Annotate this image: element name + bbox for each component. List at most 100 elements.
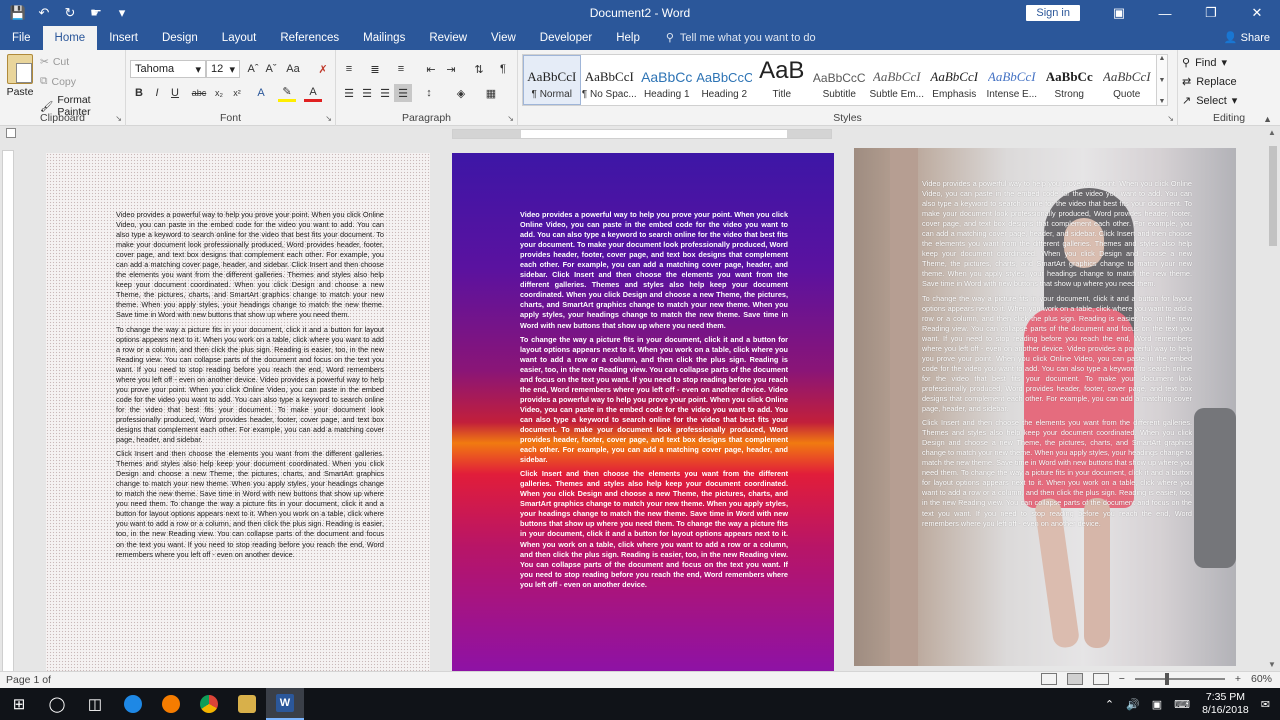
- style-title[interactable]: AaB Title: [753, 55, 811, 105]
- edge-icon[interactable]: [114, 688, 152, 720]
- align-left-icon[interactable]: ☰: [340, 84, 358, 102]
- styles-gallery-scroll[interactable]: ▲ ▼ ▼: [1156, 54, 1168, 106]
- align-center-icon[interactable]: ☰: [358, 84, 376, 102]
- copy-button[interactable]: ⧉ Copy: [40, 75, 76, 88]
- collapse-ribbon-icon[interactable]: ▲: [1263, 114, 1272, 124]
- bold-icon[interactable]: B: [130, 84, 148, 102]
- numbering-icon[interactable]: ≣: [366, 60, 384, 78]
- decrease-indent-icon[interactable]: ⇤: [422, 60, 440, 78]
- task-view-icon[interactable]: ◫: [76, 688, 114, 720]
- shading-icon[interactable]: ◈: [452, 84, 470, 102]
- clipboard-launcher-icon[interactable]: ↘: [115, 114, 122, 123]
- highlight-icon[interactable]: ✎: [278, 84, 296, 102]
- volume-icon[interactable]: 🔊: [1126, 698, 1140, 711]
- clock[interactable]: 7:35 PM 8/16/2018: [1202, 691, 1249, 717]
- page3-text[interactable]: Video provides a powerful way to help yo…: [922, 179, 1192, 533]
- read-mode-icon[interactable]: [1040, 673, 1057, 685]
- paragraph[interactable]: To change the way a picture fits in your…: [520, 335, 788, 466]
- vertical-scrollbar[interactable]: ▲ ▼: [1266, 126, 1280, 671]
- more-styles-icon[interactable]: ▼: [1159, 98, 1166, 105]
- windows-start-icon[interactable]: ⊞: [0, 688, 38, 720]
- chevron-down-icon[interactable]: ▼: [1159, 77, 1166, 84]
- sign-in-button[interactable]: Sign in: [1026, 5, 1080, 21]
- keyboard-icon[interactable]: ⌨: [1174, 698, 1190, 711]
- app-icon[interactable]: [228, 688, 266, 720]
- bullets-icon[interactable]: ≡: [340, 60, 358, 78]
- paragraph[interactable]: Click Insert and then choose the element…: [922, 418, 1192, 529]
- zoom-slider[interactable]: [1134, 673, 1225, 685]
- style-normal[interactable]: AaBbCcI ¶ Normal: [523, 55, 581, 105]
- text-effects-icon[interactable]: A: [252, 84, 270, 102]
- tab-references[interactable]: References: [268, 26, 351, 50]
- tab-developer[interactable]: Developer: [528, 26, 604, 50]
- zoom-level[interactable]: 60%: [1251, 673, 1272, 685]
- style-strong[interactable]: AaBbCc Strong: [1041, 55, 1099, 105]
- tab-review[interactable]: Review: [417, 26, 479, 50]
- paragraph[interactable]: To change the way a picture fits in your…: [922, 294, 1192, 415]
- vertical-ruler[interactable]: [2, 150, 14, 672]
- paragraph[interactable]: Video provides a powerful way to help yo…: [520, 210, 788, 331]
- shrink-font-icon[interactable]: Aˇ: [262, 60, 280, 78]
- style-no-spacing[interactable]: AaBbCcI ¶ No Spac...: [581, 55, 639, 105]
- sort-icon[interactable]: ⇅: [470, 60, 488, 78]
- tab-help[interactable]: Help: [604, 26, 652, 50]
- scroll-thumb[interactable]: [1269, 146, 1277, 246]
- chrome-icon[interactable]: [190, 688, 228, 720]
- strikethrough-icon[interactable]: abc: [190, 84, 208, 102]
- page-dotted[interactable]: Video provides a powerful way to help yo…: [46, 153, 430, 671]
- style-heading-2[interactable]: AaBbCcC Heading 2: [696, 55, 754, 105]
- paragraph[interactable]: Click Insert and then choose the element…: [520, 469, 788, 590]
- superscript-icon[interactable]: x²: [228, 84, 246, 102]
- align-right-icon[interactable]: ☰: [376, 84, 394, 102]
- paragraph-launcher-icon[interactable]: ↘: [507, 114, 514, 123]
- touch-mode-icon[interactable]: ☛: [86, 4, 106, 22]
- style-subtitle[interactable]: AaBbCcC Subtitle: [811, 55, 869, 105]
- redo-icon[interactable]: ↻: [60, 4, 80, 22]
- tab-design[interactable]: Design: [150, 26, 210, 50]
- justify-icon[interactable]: ☰: [394, 84, 412, 102]
- tell-me-box[interactable]: ⚲ Tell me what you want to do: [652, 26, 816, 50]
- font-size-select[interactable]: 12 ▾: [206, 60, 240, 78]
- save-icon[interactable]: 💾: [8, 4, 28, 22]
- line-spacing-icon[interactable]: ↕: [420, 84, 438, 102]
- grow-font-icon[interactable]: Aˆ: [244, 60, 262, 78]
- notifications-icon[interactable]: ✉: [1261, 698, 1270, 711]
- restore-icon[interactable]: ❐: [1188, 0, 1234, 26]
- tab-selector-icon[interactable]: [6, 128, 16, 138]
- share-button[interactable]: 👤 Share: [1224, 26, 1270, 50]
- paragraph[interactable]: Click Insert and then choose the element…: [116, 449, 384, 560]
- scroll-up-icon[interactable]: ▲: [1268, 128, 1276, 137]
- replace-button[interactable]: ⇄ Replace: [1182, 75, 1237, 89]
- tab-home[interactable]: Home: [42, 26, 98, 50]
- print-layout-icon[interactable]: [1066, 673, 1083, 685]
- word-icon[interactable]: W: [266, 688, 304, 720]
- multilevel-list-icon[interactable]: ≡: [392, 60, 410, 78]
- paste-button[interactable]: Paste: [4, 54, 36, 98]
- chevron-up-icon[interactable]: ▲: [1159, 55, 1166, 62]
- font-family-select[interactable]: Tahoma ▾: [130, 60, 206, 78]
- clear-formatting-icon[interactable]: ✗: [314, 60, 332, 78]
- font-color-icon[interactable]: A: [304, 84, 322, 102]
- tab-mailings[interactable]: Mailings: [351, 26, 417, 50]
- cortana-icon[interactable]: ◯: [38, 688, 76, 720]
- firefox-icon[interactable]: [152, 688, 190, 720]
- web-layout-icon[interactable]: [1092, 673, 1109, 685]
- styles-launcher-icon[interactable]: ↘: [1167, 114, 1174, 123]
- paragraph[interactable]: Video provides a powerful way to help yo…: [922, 179, 1192, 290]
- network-icon[interactable]: ▣: [1152, 698, 1162, 711]
- tab-layout[interactable]: Layout: [210, 26, 269, 50]
- paragraph[interactable]: To change the way a picture fits in your…: [116, 325, 384, 446]
- style-heading-1[interactable]: AaBbCc Heading 1: [638, 55, 696, 105]
- page1-text[interactable]: Video provides a powerful way to help yo…: [116, 210, 384, 564]
- style-subtle-emphasis[interactable]: AaBbCcI Subtle Em...: [868, 55, 926, 105]
- select-button[interactable]: ↗ Select ▾: [1182, 94, 1237, 108]
- style-quote[interactable]: AaBbCcI Quote: [1098, 55, 1156, 105]
- zoom-out-icon[interactable]: −: [1119, 673, 1125, 685]
- zoom-slider-knob[interactable]: [1164, 673, 1169, 685]
- page-gradient[interactable]: Video provides a powerful way to help yo…: [452, 153, 834, 671]
- tab-file[interactable]: File: [0, 26, 43, 50]
- font-launcher-icon[interactable]: ↘: [325, 114, 332, 123]
- style-emphasis[interactable]: AaBbCcI Emphasis: [926, 55, 984, 105]
- tab-view[interactable]: View: [479, 26, 528, 50]
- tray-chevron-icon[interactable]: ⌃: [1105, 698, 1114, 711]
